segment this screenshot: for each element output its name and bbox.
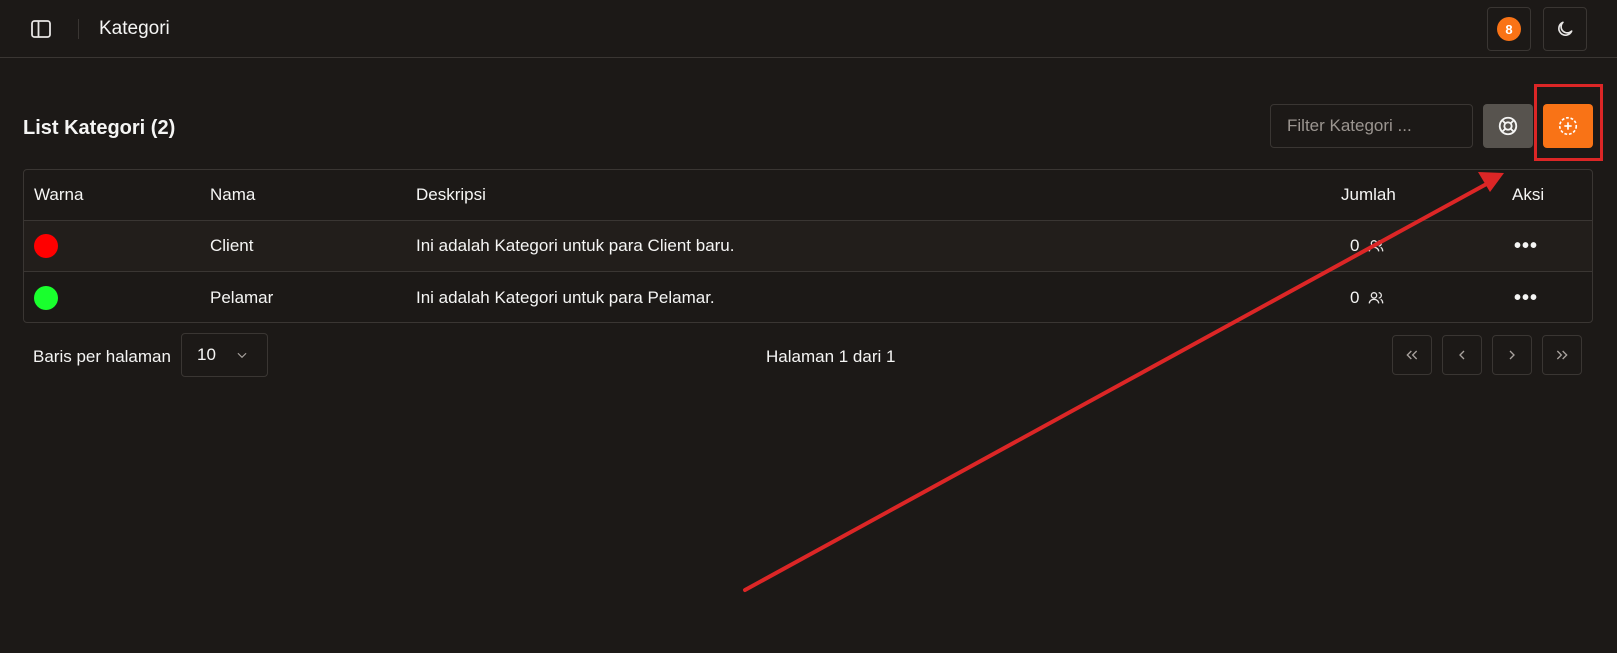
users-icon (1369, 240, 1384, 252)
column-header-warna: Warna (34, 185, 84, 204)
row-actions-button[interactable]: ••• (1514, 236, 1538, 256)
moon-icon (1558, 21, 1573, 36)
plus-circle-icon (1558, 116, 1578, 136)
table-row[interactable]: Client Ini adalah Kategori untuk para Cl… (24, 221, 1592, 272)
notifications-button[interactable]: 8 (1487, 7, 1531, 51)
chevrons-right-icon (1556, 350, 1568, 360)
page-title: Kategori (99, 18, 170, 39)
color-swatch (34, 285, 58, 310)
annotation-arrow (743, 172, 1504, 592)
sidebar-panel-icon (31, 20, 51, 38)
member-count: 0 (1350, 287, 1360, 307)
sidebar-toggle-button[interactable] (26, 16, 56, 42)
first-page-button[interactable] (1392, 335, 1432, 375)
chevrons-left-icon (1406, 350, 1418, 360)
category-description: Ini adalah Kategori untuk para Pelamar. (416, 287, 715, 307)
category-name: Pelamar (210, 287, 274, 307)
category-description: Ini adalah Kategori untuk para Client ba… (416, 236, 735, 255)
next-page-button[interactable] (1492, 335, 1532, 375)
category-table: Warna Nama Deskripsi Jumlah Aksi Client … (23, 169, 1593, 323)
chevron-left-icon (1459, 350, 1465, 360)
previous-page-button[interactable] (1442, 335, 1482, 375)
rows-per-page-label: Baris per halaman (33, 347, 171, 366)
row-actions-button[interactable]: ••• (1514, 288, 1538, 308)
lifebuoy-icon (1498, 116, 1518, 136)
color-swatch (34, 234, 58, 258)
filter-category-input[interactable] (1270, 104, 1473, 148)
last-page-button[interactable] (1542, 335, 1582, 375)
list-title: List Kategori (2) (23, 117, 176, 139)
top-bar: Kategori 8 (0, 0, 1617, 58)
add-category-button[interactable] (1543, 104, 1593, 148)
category-name: Client (210, 236, 254, 255)
rows-per-page-value: 10 (197, 345, 216, 364)
chevron-down-icon (237, 352, 247, 359)
column-header-aksi: Aksi (1512, 185, 1545, 204)
member-count: 0 (1350, 236, 1360, 255)
rows-per-page-select[interactable]: 10 (181, 333, 268, 377)
table-header-row: Warna Nama Deskripsi Jumlah Aksi (24, 170, 1592, 221)
column-header-nama: Nama (210, 185, 256, 204)
theme-toggle-button[interactable] (1543, 7, 1587, 51)
users-icon (1369, 291, 1384, 303)
column-header-deskripsi: Deskripsi (416, 185, 486, 204)
notification-badge: 8 (1497, 17, 1521, 41)
page-info: Halaman 1 dari 1 (766, 347, 896, 366)
header-divider (78, 19, 79, 39)
column-header-jumlah: Jumlah (1341, 185, 1396, 204)
chevron-right-icon (1509, 350, 1515, 360)
reset-filter-button[interactable] (1483, 104, 1533, 148)
table-row[interactable]: Pelamar Ini adalah Kategori untuk para P… (24, 272, 1592, 322)
